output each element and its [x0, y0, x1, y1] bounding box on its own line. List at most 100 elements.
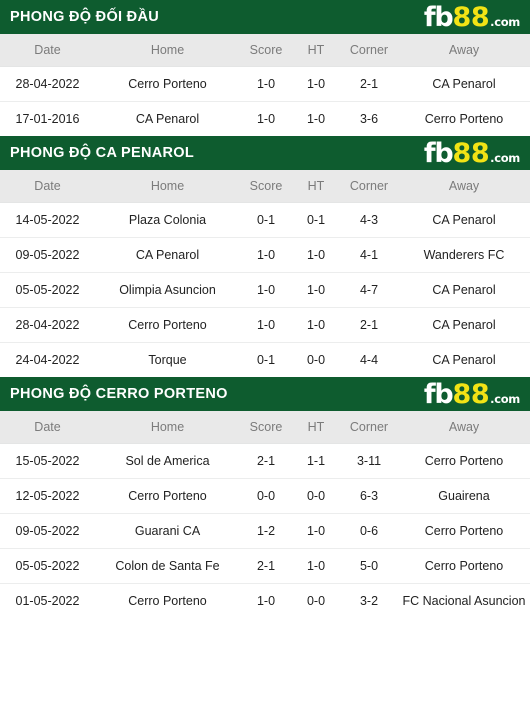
cell-score: 1-0	[240, 236, 292, 272]
cell-corner: 4-7	[340, 271, 398, 307]
cell-date: 09-05-2022	[0, 512, 95, 548]
logo-dotcom-text: .com	[490, 150, 520, 165]
cell-away-team[interactable]: Wanderers FC	[398, 236, 530, 272]
table-row[interactable]: 24-04-2022 Torque 0-1 0-0 4-4 CA Penarol	[0, 341, 530, 377]
cell-away-team[interactable]: Cerro Porteno	[398, 547, 530, 583]
cell-home-team[interactable]: CA Penarol	[95, 100, 240, 136]
fb88-logo: fb 88 .com	[424, 4, 522, 31]
fb88-logo: fb 88 .com	[424, 381, 522, 408]
column-header-home: Home	[95, 411, 240, 443]
cell-score: 2-1	[240, 547, 292, 583]
cell-halftime-score: 0-0	[292, 582, 340, 618]
cell-home-team[interactable]: Torque	[95, 341, 240, 377]
logo-88-text: 88	[452, 378, 490, 410]
cell-score: 1-0	[240, 271, 292, 307]
cell-home-team[interactable]: Cerro Porteno	[95, 65, 240, 101]
cell-halftime-score: 1-0	[292, 236, 340, 272]
cell-corner: 4-3	[340, 201, 398, 237]
cell-date: 28-04-2022	[0, 65, 95, 101]
cell-halftime-score: 1-0	[292, 100, 340, 136]
sections-container: PHONG ĐỘ ĐỐI ĐẦU fb 88 .com Date Home Score HT C…	[0, 0, 530, 618]
cell-away-team[interactable]: Cerro Porteno	[398, 442, 530, 478]
cell-date: 15-05-2022	[0, 442, 95, 478]
table-row[interactable]: 17-01-2016 CA Penarol 1-0 1-0 3-6 Cerro Porte…	[0, 100, 530, 136]
cell-halftime-score: 1-0	[292, 65, 340, 101]
logo-fb-text: fb	[423, 137, 454, 169]
table-header-row: Date Home Score HT Corner Away	[0, 411, 530, 443]
cell-away-team[interactable]: CA Penarol	[398, 201, 530, 237]
logo-88-text: 88	[452, 1, 490, 33]
page-root: PHONG ĐỘ ĐỐI ĐẦU fb 88 .com Date Home Score HT C…	[0, 0, 530, 706]
column-header-away: Away	[398, 411, 530, 443]
cell-away-team[interactable]: CA Penarol	[398, 341, 530, 377]
column-header-corner: Corner	[340, 34, 398, 66]
cell-date: 12-05-2022	[0, 477, 95, 513]
table-row[interactable]: 14-05-2022 Plaza Colonia 0-1 0-1 4-3 CA Penar…	[0, 201, 530, 237]
cell-away-team[interactable]: Guairena	[398, 477, 530, 513]
section-header-bar: PHONG ĐỘ CERRO PORTENO fb 88 .com	[0, 377, 530, 411]
section-header-bar: PHONG ĐỘ CA PENAROL fb 88 .com	[0, 136, 530, 170]
cell-score: 0-1	[240, 341, 292, 377]
cell-halftime-score: 1-1	[292, 442, 340, 478]
cell-away-team[interactable]: CA Penarol	[398, 271, 530, 307]
cell-corner: 6-3	[340, 477, 398, 513]
cell-score: 1-0	[240, 100, 292, 136]
column-header-ht: HT	[292, 170, 340, 202]
column-header-score: Score	[240, 34, 292, 66]
table-row[interactable]: 01-05-2022 Cerro Porteno 1-0 0-0 3-2 FC Nacio…	[0, 582, 530, 618]
table-row[interactable]: 28-04-2022 Cerro Porteno 1-0 1-0 2-1 CA Penar…	[0, 65, 530, 101]
table-row[interactable]: 15-05-2022 Sol de America 2-1 1-1 3-11 Cerro …	[0, 442, 530, 478]
cell-score: 0-1	[240, 201, 292, 237]
cell-score: 1-2	[240, 512, 292, 548]
logo-dotcom-text: .com	[490, 391, 520, 406]
cell-home-team[interactable]: Olimpia Asuncion	[95, 271, 240, 307]
table-row[interactable]: 05-05-2022 Olimpia Asuncion 1-0 1-0 4-7 CA Pe…	[0, 271, 530, 307]
cell-date: 14-05-2022	[0, 201, 95, 237]
cell-away-team[interactable]: CA Penarol	[398, 65, 530, 101]
cell-corner: 4-4	[340, 341, 398, 377]
table-row[interactable]: 12-05-2022 Cerro Porteno 0-0 0-0 6-3 Guairena	[0, 477, 530, 513]
cell-away-team[interactable]: CA Penarol	[398, 306, 530, 342]
match-section: PHONG ĐỘ ĐỐI ĐẦU fb 88 .com Date Home Score HT C…	[0, 0, 530, 136]
table-row[interactable]: 05-05-2022 Colon de Santa Fe 2-1 1-0 5-0 Cerr…	[0, 547, 530, 583]
cell-home-team[interactable]: Cerro Porteno	[95, 582, 240, 618]
match-section: PHONG ĐỘ CERRO PORTENO fb 88 .com Date Home Sc…	[0, 377, 530, 618]
cell-home-team[interactable]: Colon de Santa Fe	[95, 547, 240, 583]
cell-score: 1-0	[240, 582, 292, 618]
table-row[interactable]: 28-04-2022 Cerro Porteno 1-0 1-0 2-1 CA Penar…	[0, 306, 530, 342]
table-row[interactable]: 09-05-2022 Guarani CA 1-2 1-0 0-6 Cerro Porte…	[0, 512, 530, 548]
cell-corner: 4-1	[340, 236, 398, 272]
cell-date: 28-04-2022	[0, 306, 95, 342]
cell-date: 17-01-2016	[0, 100, 95, 136]
cell-score: 1-0	[240, 306, 292, 342]
cell-date: 09-05-2022	[0, 236, 95, 272]
column-header-home: Home	[95, 34, 240, 66]
cell-home-team[interactable]: Sol de America	[95, 442, 240, 478]
cell-home-team[interactable]: Cerro Porteno	[95, 306, 240, 342]
cell-away-team[interactable]: FC Nacional Asuncion	[398, 582, 530, 618]
column-header-home: Home	[95, 170, 240, 202]
column-header-date: Date	[0, 411, 95, 443]
column-header-away: Away	[398, 170, 530, 202]
match-table: Date Home Score HT Corner Away 14-05-2022 Plaza…	[0, 170, 530, 377]
cell-corner: 3-6	[340, 100, 398, 136]
table-header-row: Date Home Score HT Corner Away	[0, 34, 530, 66]
cell-away-team[interactable]: Cerro Porteno	[398, 512, 530, 548]
cell-home-team[interactable]: Plaza Colonia	[95, 201, 240, 237]
table-row[interactable]: 09-05-2022 CA Penarol 1-0 1-0 4-1 Wanderers F…	[0, 236, 530, 272]
cell-corner: 2-1	[340, 65, 398, 101]
column-header-date: Date	[0, 34, 95, 66]
cell-away-team[interactable]: Cerro Porteno	[398, 100, 530, 136]
logo-dotcom-text: .com	[490, 14, 520, 29]
cell-home-team[interactable]: Guarani CA	[95, 512, 240, 548]
cell-halftime-score: 1-0	[292, 512, 340, 548]
cell-halftime-score: 1-0	[292, 271, 340, 307]
cell-corner: 2-1	[340, 306, 398, 342]
column-header-corner: Corner	[340, 411, 398, 443]
column-header-score: Score	[240, 170, 292, 202]
cell-halftime-score: 0-0	[292, 341, 340, 377]
column-header-away: Away	[398, 34, 530, 66]
cell-home-team[interactable]: Cerro Porteno	[95, 477, 240, 513]
cell-home-team[interactable]: CA Penarol	[95, 236, 240, 272]
cell-date: 24-04-2022	[0, 341, 95, 377]
